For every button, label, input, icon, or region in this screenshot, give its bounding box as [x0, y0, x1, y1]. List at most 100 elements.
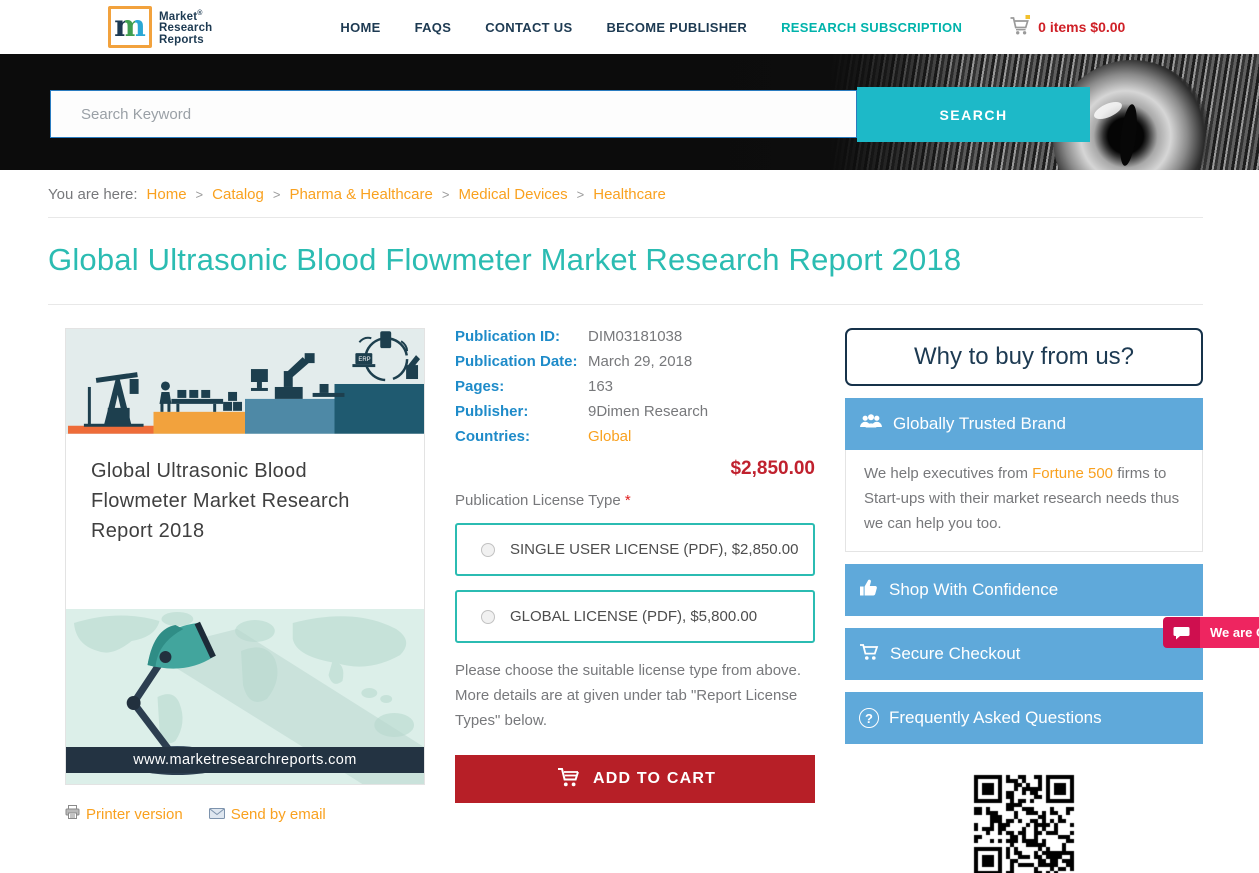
cart-icon: [1008, 14, 1032, 41]
global-license-radio[interactable]: [481, 609, 495, 624]
detail-row-publication-date: Publication Date: March 29, 2018: [455, 353, 815, 371]
search-input[interactable]: [50, 90, 857, 138]
detail-value: March 29, 2018: [588, 353, 693, 370]
license-option-label: GLOBAL LICENSE (PDF), $5,800.00: [510, 608, 758, 625]
brand-line-3: Reports: [159, 33, 204, 46]
product-details-column: Publication ID: DIM03181038 Publication …: [455, 328, 815, 803]
single-user-license-radio[interactable]: [481, 542, 495, 557]
shop-with-confidence-bar[interactable]: Shop With Confidence: [845, 564, 1203, 616]
qr-code-wrap: [845, 773, 1203, 873]
secure-checkout-label: Secure Checkout: [890, 644, 1021, 663]
erp-label: ERP: [358, 357, 370, 363]
detail-value: 9Dimen Research: [588, 403, 709, 420]
cover-website-bar: www.marketresearchreports.com: [66, 747, 424, 773]
detail-row-countries: Countries: Global: [455, 428, 815, 446]
breadcrumb-separator: >: [195, 187, 204, 202]
breadcrumb-separator: >: [576, 187, 585, 202]
detail-label: Publication ID:: [455, 328, 560, 345]
cover-website-url: www.marketresearchreports.com: [133, 752, 357, 768]
content-area: You are here: Home > Catalog > Pharma & …: [48, 170, 1203, 873]
live-chat-tab[interactable]: We are O: [1163, 617, 1259, 648]
cart-summary[interactable]: 0 items $0.00: [1008, 14, 1125, 41]
license-option-single-user[interactable]: SINGLE USER LICENSE (PDF), $2,850.00: [455, 523, 815, 576]
main-row: ERP Global Ultrasonic Blood Flowmeter Ma…: [48, 328, 1203, 873]
nav-become-publisher[interactable]: BECOME PUBLISHER: [606, 20, 747, 35]
brand-line-2: Research: [159, 22, 213, 35]
breadcrumb-home[interactable]: Home: [147, 186, 187, 203]
chat-bubble-icon: [1163, 617, 1200, 648]
hero-banner: SEARCH: [0, 54, 1259, 170]
faq-bar[interactable]: ? Frequently Asked Questions: [845, 692, 1203, 744]
breadcrumb-separator: >: [272, 187, 281, 202]
license-type-text: Publication License Type: [455, 492, 625, 509]
printer-icon: [65, 805, 80, 823]
detail-value: DIM03181038: [588, 328, 683, 345]
search-button[interactable]: SEARCH: [857, 87, 1090, 142]
printer-version-label: Printer version: [86, 805, 183, 823]
detail-label: Pages:: [455, 378, 505, 395]
divider-under-title: [48, 304, 1203, 305]
breadcrumb-separator: >: [441, 187, 450, 202]
trusted-body-text: We help executives from: [864, 465, 1033, 482]
cart-count-total: 0 items $0.00: [1038, 19, 1126, 35]
nav-home[interactable]: HOME: [340, 20, 380, 35]
globally-trusted-brand-label: Globally Trusted Brand: [893, 414, 1066, 433]
breadcrumb: You are here: Home > Catalog > Pharma & …: [48, 170, 1203, 217]
required-asterisk: *: [624, 492, 631, 509]
detail-row-pages: Pages: 163: [455, 378, 815, 396]
industry-evolution-illustration: ERP: [67, 331, 424, 434]
chat-status-label: We are O: [1200, 617, 1259, 648]
logo-mark: m: [108, 6, 152, 48]
breadcrumb-catalog[interactable]: Catalog: [212, 186, 264, 203]
brand-name: Market® Research Reports: [159, 8, 212, 46]
fortune-500-link[interactable]: Fortune 500: [1032, 465, 1113, 482]
cover-title: Global Ultrasonic Blood Flowmeter Market…: [91, 460, 350, 542]
page: m Market® Research Reports HOME FAQS CON…: [0, 0, 1259, 873]
nav-research-subscription[interactable]: RESEARCH SUBSCRIPTION: [781, 20, 962, 35]
breadcrumb-healthcare[interactable]: Healthcare: [593, 186, 666, 203]
registered-mark: ®: [197, 9, 203, 17]
detail-label: Countries:: [455, 428, 530, 445]
detail-label: Publication Date:: [455, 353, 578, 370]
secure-checkout-bar[interactable]: Secure Checkout: [845, 628, 1203, 680]
add-to-cart-button[interactable]: ADD TO CART: [455, 755, 815, 803]
add-to-cart-label: ADD TO CART: [592, 770, 717, 787]
product-actions: Printer version Send by email: [65, 805, 425, 823]
email-icon: [208, 806, 225, 823]
printer-version-link[interactable]: Printer version: [65, 805, 183, 823]
shop-with-confidence-label: Shop With Confidence: [889, 580, 1059, 599]
why-buy-sidebar: Why to buy from us? Globally Trusted Bra…: [845, 328, 1203, 873]
license-option-label: SINGLE USER LICENSE (PDF), $2,850.00: [510, 541, 799, 558]
detail-label: Publisher:: [455, 403, 529, 420]
brand-line-1: Market: [159, 10, 198, 23]
faq-label: Frequently Asked Questions: [889, 708, 1102, 727]
globally-trusted-brand-header[interactable]: Globally Trusted Brand: [845, 398, 1203, 450]
breadcrumb-medical-devices[interactable]: Medical Devices: [458, 186, 567, 203]
top-bar: m Market® Research Reports HOME FAQS CON…: [0, 0, 1259, 54]
globally-trusted-brand-body: We help executives from Fortune 500 firm…: [845, 450, 1203, 552]
question-icon: ?: [859, 708, 879, 728]
cart-icon: [554, 766, 581, 793]
license-option-global[interactable]: GLOBAL LICENSE (PDF), $5,800.00: [455, 590, 815, 643]
why-to-buy-title: Why to buy from us?: [845, 328, 1203, 386]
send-by-email-label: Send by email: [230, 805, 326, 823]
breadcrumb-pharma-healthcare[interactable]: Pharma & Healthcare: [289, 186, 432, 203]
logo-letter: m: [114, 9, 146, 44]
license-note: Please choose the suitable license type …: [455, 662, 802, 729]
nav-contact-us[interactable]: CONTACT US: [485, 20, 572, 35]
thumbs-up-icon: [859, 578, 879, 602]
site-logo[interactable]: m Market® Research Reports: [108, 6, 212, 48]
detail-row-publication-id: Publication ID: DIM03181038: [455, 328, 815, 346]
send-by-email-link[interactable]: Send by email: [208, 805, 326, 823]
nav-faqs[interactable]: FAQS: [415, 20, 452, 35]
countries-global-link[interactable]: Global: [588, 428, 631, 446]
question-glyph: ?: [865, 710, 873, 726]
main-nav: HOME FAQS CONTACT US BECOME PUBLISHER RE…: [340, 20, 962, 35]
detail-row-publisher: Publisher: 9Dimen Research: [455, 403, 815, 421]
qr-code: [972, 773, 1076, 873]
product-image-column: ERP Global Ultrasonic Blood Flowmeter Ma…: [65, 328, 425, 823]
page-title: Global Ultrasonic Blood Flowmeter Market…: [48, 242, 962, 277]
cover-map-band: www.marketresearchreports.com: [66, 609, 424, 784]
breadcrumb-prefix: You are here:: [48, 186, 138, 203]
cover-title-area: Global Ultrasonic Blood Flowmeter Market…: [66, 434, 424, 609]
